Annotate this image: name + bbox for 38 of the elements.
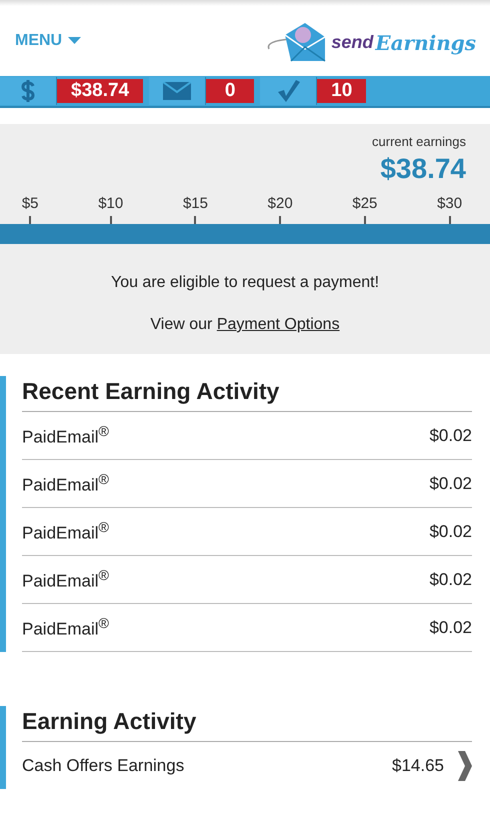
payment-options-link[interactable]: Payment Options (216, 316, 340, 333)
earnings-amount: $38.74 (380, 153, 466, 185)
activity-amount: $14.65 (392, 756, 444, 776)
tick-label: $10 (98, 195, 124, 212)
activity-label: PaidEmail$^{®}$ (22, 520, 110, 544)
tick-label: $20 (268, 195, 293, 212)
activity-amount: $0.02 (429, 618, 472, 638)
tick-label: $25 (352, 195, 378, 212)
activity-amount: $0.02 (429, 570, 472, 590)
tick-label: $5 (22, 195, 39, 212)
section-title: Recent Earning Activity (22, 376, 472, 412)
section-title: Earning Activity (22, 706, 472, 742)
stat-count: $38.74 (57, 79, 144, 103)
activity-amount: $0.02 (429, 474, 472, 494)
activity-amount: $0.02 (429, 522, 472, 542)
logo-text: send (331, 32, 374, 54)
activity-label: PaidEmail$^{®}$ (22, 568, 110, 592)
tick-label: $15 (182, 195, 208, 212)
mail-icon (163, 82, 192, 100)
activity-label: PaidEmail$^{®}$ (22, 472, 110, 496)
activity-amount: $0.02 (429, 426, 472, 446)
stat-count: 10 (317, 79, 366, 103)
check-icon (276, 80, 300, 102)
stat-count: 0 (206, 79, 254, 103)
caret-icon (68, 37, 82, 45)
stat-tab[interactable] (260, 77, 318, 105)
activity-label: Cash Offers Earnings (22, 756, 186, 776)
dollar-icon (20, 80, 36, 102)
chevron-right-icon[interactable] (458, 750, 472, 780)
earnings-label: current earnings (372, 134, 466, 149)
stat-tab[interactable] (149, 77, 206, 105)
tick-label: $30 (437, 195, 462, 212)
stat-tab[interactable] (0, 77, 57, 105)
eligibility-message: You are eligible to request a payment! (110, 274, 380, 292)
link-prefix: View our (150, 316, 212, 333)
activity-label: PaidEmail$^{®}$ (22, 424, 110, 448)
logo-text: Earnings (375, 31, 476, 57)
activity-label: PaidEmail$^{®}$ (22, 616, 110, 640)
